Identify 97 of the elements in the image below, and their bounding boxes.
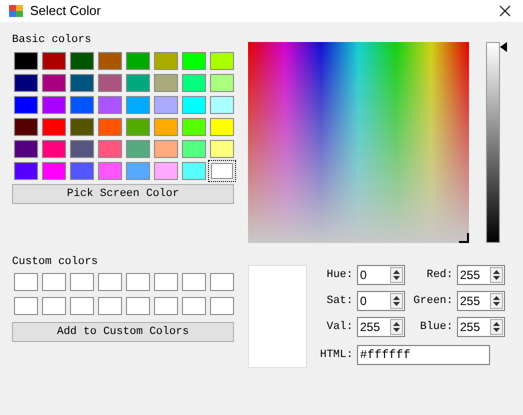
- color-swatch[interactable]: [98, 140, 122, 158]
- spin-box[interactable]: 255: [357, 317, 405, 337]
- html-field[interactable]: #ffffff: [357, 345, 490, 365]
- color-swatch[interactable]: [154, 162, 178, 180]
- color-swatch[interactable]: [154, 297, 178, 315]
- color-swatch[interactable]: [98, 118, 122, 136]
- spin-value: 255: [459, 267, 482, 284]
- section-label: Custom colors: [12, 255, 99, 270]
- field-label: Red:: [426, 268, 454, 283]
- color-swatch[interactable]: [126, 74, 150, 92]
- color-swatch[interactable]: [126, 118, 150, 136]
- spin-arrows-icon[interactable]: [490, 293, 503, 309]
- color-swatch[interactable]: [126, 140, 150, 158]
- color-swatch[interactable]: [126, 273, 150, 291]
- color-swatch[interactable]: [182, 118, 206, 136]
- color-swatch[interactable]: [182, 96, 206, 114]
- color-swatch[interactable]: [42, 118, 66, 136]
- color-swatch[interactable]: [210, 297, 234, 315]
- color-swatch[interactable]: [126, 52, 150, 70]
- close-icon[interactable]: [499, 5, 511, 17]
- color-swatch[interactable]: [14, 273, 38, 291]
- field-label: Blue:: [418, 320, 454, 335]
- spin-value: 0: [359, 267, 368, 284]
- spin-value: 255: [459, 293, 482, 310]
- field-label: Val:: [326, 320, 354, 335]
- color-swatch[interactable]: [14, 162, 38, 180]
- color-swatch[interactable]: [70, 140, 94, 158]
- spin-value: 255: [459, 319, 482, 336]
- color-swatch[interactable]: [70, 273, 94, 291]
- color-swatch[interactable]: [42, 74, 66, 92]
- spin-arrows-icon[interactable]: [390, 267, 403, 283]
- color-swatch[interactable]: [126, 96, 150, 114]
- color-swatch[interactable]: [182, 162, 206, 180]
- section-label: Basic colors: [12, 33, 92, 48]
- value-slider[interactable]: [486, 42, 500, 243]
- color-swatch[interactable]: [14, 140, 38, 158]
- color-swatch[interactable]: [70, 96, 94, 114]
- color-swatch[interactable]: [70, 74, 94, 92]
- spin-value: 0: [359, 293, 368, 310]
- color-swatch[interactable]: [210, 52, 234, 70]
- color-swatch[interactable]: [98, 96, 122, 114]
- spin-box[interactable]: 255: [457, 291, 505, 311]
- field-label: Green:: [412, 294, 454, 309]
- color-swatch[interactable]: [154, 74, 178, 92]
- color-swatch[interactable]: [14, 297, 38, 315]
- spin-arrows-icon[interactable]: [390, 293, 403, 309]
- color-swatch[interactable]: [42, 96, 66, 114]
- color-swatch[interactable]: [14, 52, 38, 70]
- app-icon: [9, 5, 23, 17]
- field-label: Hue:: [326, 268, 354, 283]
- color-swatch[interactable]: [210, 118, 234, 136]
- color-swatch[interactable]: [210, 96, 234, 114]
- color-swatch[interactable]: [42, 297, 66, 315]
- color-swatch[interactable]: [182, 140, 206, 158]
- color-swatch[interactable]: [42, 162, 66, 180]
- color-swatch[interactable]: [182, 273, 206, 291]
- spin-arrows-icon[interactable]: [490, 319, 503, 335]
- color-swatch[interactable]: [154, 96, 178, 114]
- color-swatch[interactable]: [98, 297, 122, 315]
- spin-box[interactable]: 255: [457, 265, 505, 285]
- color-swatch[interactable]: [154, 273, 178, 291]
- color-swatch[interactable]: [210, 140, 234, 158]
- color-swatch[interactable]: [14, 118, 38, 136]
- color-swatch[interactable]: [70, 297, 94, 315]
- color-swatch[interactable]: [98, 273, 122, 291]
- window-title: Select Color: [30, 2, 101, 20]
- field-label: Sat:: [326, 294, 354, 309]
- color-swatch[interactable]: [14, 74, 38, 92]
- color-swatch[interactable]: [70, 162, 94, 180]
- color-swatch[interactable]: [14, 96, 38, 114]
- color-swatch[interactable]: [126, 297, 150, 315]
- color-swatch[interactable]: [42, 273, 66, 291]
- color-swatch[interactable]: [182, 74, 206, 92]
- spin-box[interactable]: 0: [357, 291, 405, 311]
- color-swatch[interactable]: [126, 162, 150, 180]
- field-label: HTML:: [318, 348, 354, 363]
- color-swatch[interactable]: [70, 52, 94, 70]
- color-swatch[interactable]: [98, 74, 122, 92]
- color-swatch[interactable]: [210, 273, 234, 291]
- spin-arrows-icon[interactable]: [390, 319, 403, 335]
- color-swatch[interactable]: [98, 52, 122, 70]
- color-swatch[interactable]: [42, 140, 66, 158]
- color-swatch[interactable]: [98, 162, 122, 180]
- color-swatch[interactable]: [182, 297, 206, 315]
- spin-box[interactable]: 0: [357, 265, 405, 285]
- color-swatch[interactable]: [210, 74, 234, 92]
- spin-box[interactable]: 255: [457, 317, 505, 337]
- color-swatch[interactable]: [154, 118, 178, 136]
- add-to-custom-colors-button[interactable]: Add to Custom Colors: [12, 322, 234, 342]
- pick-screen-color-button[interactable]: Pick Screen Color: [12, 184, 234, 204]
- color-swatch[interactable]: [182, 52, 206, 70]
- color-swatch[interactable]: [42, 52, 66, 70]
- color-swatch[interactable]: [70, 118, 94, 136]
- color-swatch[interactable]: [154, 140, 178, 158]
- spin-arrows-icon[interactable]: [490, 267, 503, 283]
- spin-value: 255: [359, 319, 382, 336]
- color-swatch[interactable]: [154, 52, 178, 70]
